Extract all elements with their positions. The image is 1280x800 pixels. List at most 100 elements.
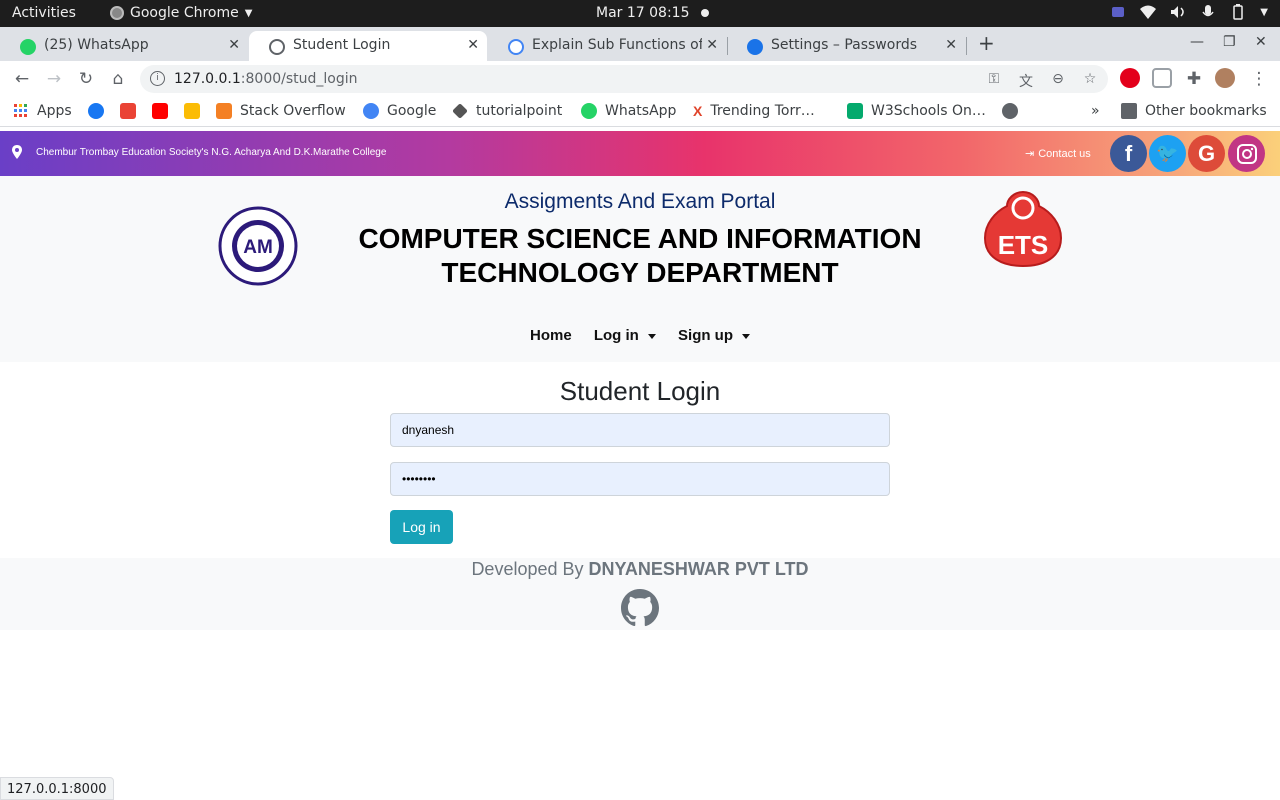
info-icon[interactable]: i	[150, 71, 165, 86]
society-logo: ETS	[983, 190, 1063, 268]
username-input[interactable]	[390, 413, 890, 447]
star-icon[interactable]: ☆	[1082, 71, 1098, 87]
nav-signup-label: Sign up	[678, 327, 734, 344]
bookmark-gmail[interactable]	[120, 103, 136, 119]
shield-icon[interactable]	[1152, 68, 1172, 88]
whatsapp-icon	[20, 39, 36, 55]
back-button[interactable]: ←	[12, 69, 32, 89]
nav-home[interactable]: Home	[530, 327, 572, 344]
extensions-icon[interactable]: ✚	[1184, 69, 1204, 89]
tab-separator	[966, 37, 967, 55]
nav-signup[interactable]: Sign up	[672, 327, 751, 344]
clock-label: Mar 17 08:15	[596, 5, 690, 21]
footer-company: DNYANESHWAR PVT LTD	[588, 559, 809, 579]
close-icon[interactable]: ✕	[228, 37, 240, 53]
tutorialpoint-icon	[452, 103, 468, 119]
home-button[interactable]: ⌂	[108, 69, 128, 89]
reload-button[interactable]: ↻	[76, 69, 96, 89]
tab-student-login[interactable]: Student Login ✕	[249, 31, 487, 61]
nav-login-label: Log in	[593, 327, 639, 344]
app-menu[interactable]: Google Chrome ▼	[110, 5, 252, 21]
bookmark-label: W3Schools On…	[871, 103, 986, 119]
restore-button[interactable]: ❐	[1223, 34, 1236, 50]
system-tray[interactable]: ▼	[1110, 4, 1268, 20]
footer: Developed By DNYANESHWAR PVT LTD	[0, 558, 1280, 630]
google-icon	[363, 103, 379, 119]
close-icon[interactable]: ✕	[467, 37, 479, 53]
google-button[interactable]: G	[1188, 135, 1225, 172]
status-bubble: 127.0.0.1:8000	[0, 777, 114, 800]
bookmark-stack-overflow[interactable]: Stack Overflow	[216, 103, 346, 119]
page-content: Chembur Trombay Education Society's N.G.…	[0, 131, 1280, 800]
bookmark-w3schools[interactable]: W3Schools On…	[847, 103, 986, 119]
department-title: COMPUTER SCIENCE AND INFORMATION TECHNOL…	[358, 223, 922, 288]
bookmark-facebook[interactable]	[88, 103, 104, 119]
zoom-icon[interactable]: ⊖	[1050, 71, 1066, 87]
app-menu-label: Google Chrome	[130, 5, 239, 21]
bookmark-label: Other bookmarks	[1145, 103, 1267, 119]
address-bar[interactable]: i 127.0.0.1:8000/stud_login ⚿ 文 ⊖ ☆	[140, 65, 1108, 93]
volume-icon	[1170, 4, 1186, 20]
browser-toolbar: ← → ↻ ⌂ i 127.0.0.1:8000/stud_login ⚿ 文 …	[0, 61, 1280, 97]
twitter-button[interactable]: 🐦	[1149, 135, 1186, 172]
bookmark-label: Trending Torr…	[710, 103, 815, 119]
tab-settings-passwords[interactable]: Settings – Passwords ✕	[727, 31, 965, 61]
bookmark-globe[interactable]	[1002, 103, 1018, 119]
facebook-button[interactable]: f	[1110, 135, 1147, 172]
footer-credit: Developed By DNYANESHWAR PVT LTD	[0, 559, 1280, 580]
close-icon[interactable]: ✕	[706, 37, 718, 53]
minimize-button[interactable]: —	[1190, 34, 1204, 50]
password-input[interactable]	[390, 462, 890, 496]
caret-down-icon	[647, 333, 656, 339]
bookmark-drive[interactable]	[184, 103, 200, 119]
forward-button[interactable]: →	[44, 69, 64, 89]
bookmark-label: Google	[387, 103, 437, 119]
notification-dot-icon	[701, 9, 710, 17]
instagram-button[interactable]	[1228, 135, 1265, 172]
google-icon	[508, 39, 524, 55]
contact-link[interactable]: ⇥ Contact us	[1025, 147, 1091, 161]
tab-title: Settings – Passwords	[771, 37, 918, 53]
w3schools-icon	[847, 103, 863, 119]
translate-icon[interactable]: 文	[1018, 71, 1034, 90]
drive-icon	[184, 103, 200, 119]
gear-icon	[747, 39, 763, 55]
adblock-icon[interactable]	[1120, 68, 1140, 88]
bookmark-tutorialpoint[interactable]: tutorialpoint	[452, 103, 562, 119]
bookmarks-bar: Apps Stack Overflow Google tutorialpoint…	[0, 97, 1280, 127]
contact-label: Contact us	[1038, 147, 1091, 160]
folder-icon	[1121, 103, 1137, 119]
bookmark-google[interactable]: Google	[363, 103, 436, 119]
menu-icon[interactable]: ⋮	[1249, 69, 1269, 89]
key-icon[interactable]: ⚿	[986, 71, 1002, 87]
bookmark-apps[interactable]: Apps	[13, 103, 72, 119]
bookmark-whatsapp[interactable]: WhatsApp	[581, 103, 676, 119]
gmail-icon	[120, 103, 136, 119]
battery-icon	[1230, 4, 1246, 20]
top-info-band: Chembur Trombay Education Society's N.G.…	[0, 131, 1280, 176]
tab-title: Explain Sub Functions of	[532, 37, 702, 53]
facebook-icon	[88, 103, 104, 119]
main-nav: Home Log in Sign up	[0, 327, 1280, 344]
avatar[interactable]	[1215, 68, 1235, 88]
close-icon[interactable]: ✕	[945, 37, 957, 53]
stackoverflow-icon	[216, 103, 232, 119]
activities-button[interactable]: Activities	[12, 5, 76, 21]
login-button[interactable]: Log in	[390, 510, 453, 544]
clock[interactable]: Mar 17 08:15	[596, 5, 710, 21]
tab-explain-sub-functions[interactable]: Explain Sub Functions of ✕	[488, 31, 726, 61]
bookmark-youtube[interactable]	[152, 103, 168, 119]
new-tab-button[interactable]: +	[978, 31, 995, 55]
tab-title: (25) WhatsApp	[44, 37, 149, 53]
svg-text:AM: AM	[243, 237, 273, 258]
bookmark-trending[interactable]: X Trending Torr…	[693, 103, 815, 119]
bookmarks-overflow[interactable]: »	[1091, 103, 1100, 119]
svg-text:ETS: ETS	[998, 230, 1049, 260]
url-path: :8000/stud_login	[240, 71, 358, 87]
bookmark-other[interactable]: Other bookmarks	[1121, 103, 1267, 119]
nav-login[interactable]: Log in	[588, 327, 656, 344]
x-icon: X	[693, 103, 703, 119]
tab-whatsapp[interactable]: (25) WhatsApp ✕	[0, 31, 248, 61]
github-icon[interactable]	[621, 589, 659, 627]
close-window-button[interactable]: ✕	[1255, 34, 1267, 50]
